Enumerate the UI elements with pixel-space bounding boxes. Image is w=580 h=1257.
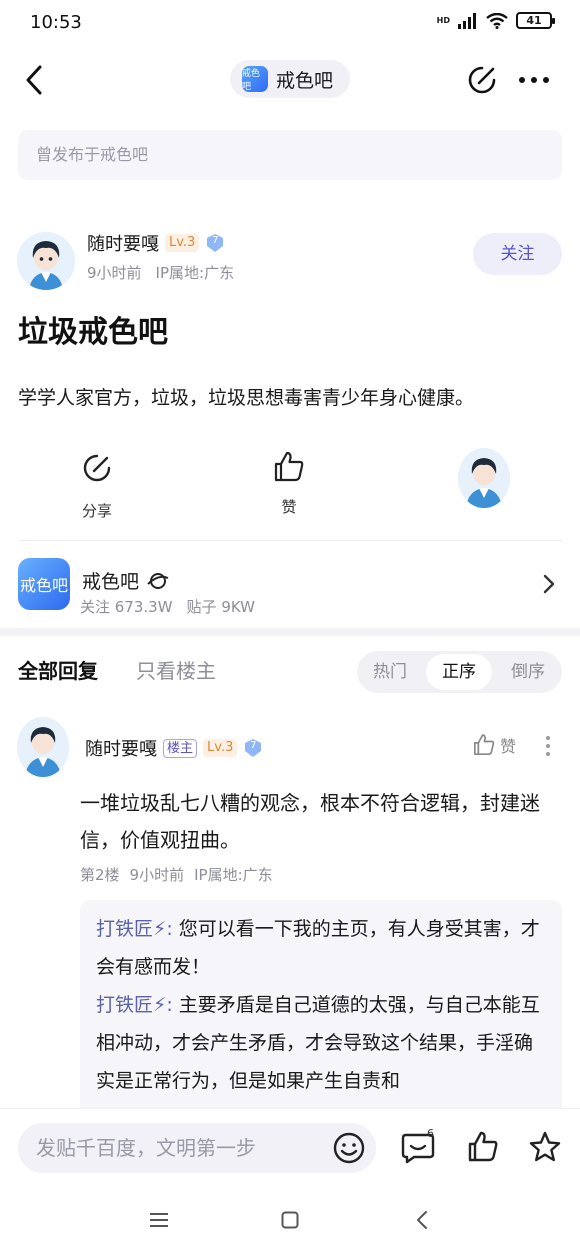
- like-label: 赞: [281, 498, 297, 516]
- favorite-button[interactable]: [528, 1130, 562, 1164]
- author-avatar[interactable]: [17, 232, 75, 290]
- menu-icon: [150, 1212, 168, 1228]
- signal-icon: [458, 12, 478, 29]
- reply-author-row: 随时要嘎 楼主 Lv.3 7: [85, 735, 263, 761]
- thumbs-up-icon: [272, 450, 306, 484]
- forum-pill-name: 戒色吧: [276, 69, 334, 92]
- follow-button[interactable]: 关注: [473, 233, 562, 275]
- share-button[interactable]: 分享: [68, 452, 126, 521]
- forum-name: 戒色吧: [82, 571, 140, 593]
- chevron-right-icon: [543, 574, 555, 594]
- host-badge: 楼主: [163, 738, 198, 758]
- sub-reply-user[interactable]: 打铁匠⚡:: [96, 994, 173, 1016]
- level-badge: Lv.3: [165, 234, 200, 252]
- vertical-dots-icon: [545, 735, 551, 757]
- edit-button[interactable]: [466, 64, 498, 96]
- star-icon: [528, 1130, 562, 1164]
- forum-entry-pill[interactable]: 戒色吧 戒色吧: [230, 60, 350, 98]
- post-time: 9小时前: [87, 264, 142, 282]
- liker-avatar[interactable]: [458, 448, 510, 508]
- more-button[interactable]: [518, 76, 550, 84]
- share-label: 分享: [81, 502, 112, 520]
- sub-reply: 打铁匠⚡: 主要矛盾是自己道德的太强，与自己本能互相冲动，才会产生矛盾，才会导致…: [96, 986, 546, 1100]
- forum-mini-logo: 戒色吧: [242, 66, 268, 92]
- forum-followers: 关注 673.3W: [80, 598, 173, 616]
- share-icon: [81, 452, 113, 484]
- forum-stats: 关注 673.3W 贴子 9KW: [80, 596, 255, 617]
- emoji-icon: [332, 1131, 366, 1165]
- reply-verified-badge-number: 7: [250, 740, 257, 751]
- reply-like-button[interactable]: 赞: [472, 733, 516, 757]
- recent-apps-button[interactable]: [150, 1212, 168, 1228]
- comment-count: 6: [427, 1127, 434, 1140]
- home-button[interactable]: [281, 1211, 299, 1229]
- origin-notice[interactable]: 曾发布于戒色吧: [18, 130, 562, 180]
- reply-text: 一堆垃圾乱七八糟的观念，根本不符合逻辑，封建迷信，价值观扭曲。: [80, 791, 540, 852]
- sort-descending[interactable]: 倒序: [495, 651, 561, 693]
- sort-hot[interactable]: 热门: [357, 651, 423, 693]
- reply-floor: 第2楼: [80, 866, 120, 884]
- post-ip: IP属地:广东: [155, 264, 235, 282]
- battery-icon: 41: [516, 12, 555, 29]
- network-type-label: HD: [436, 15, 450, 25]
- sort-toggle: 热门 正序 倒序: [357, 651, 562, 693]
- square-icon: [281, 1211, 299, 1229]
- planet-icon: [147, 572, 169, 590]
- comments-button[interactable]: 6: [400, 1127, 436, 1165]
- status-time: 10:53: [30, 12, 82, 33]
- sort-ascending[interactable]: 正序: [426, 654, 492, 690]
- reply-thumbs-up-icon: [472, 733, 496, 757]
- verified-badge-icon: 7: [205, 233, 225, 253]
- edit-icon: [466, 64, 498, 96]
- verified-badge-number: 7: [212, 235, 219, 246]
- status-indicators: HD 41: [436, 12, 555, 29]
- author-name[interactable]: 随时要嘎: [87, 230, 159, 256]
- reply-more-button[interactable]: [545, 735, 551, 757]
- system-back-button[interactable]: [416, 1210, 428, 1230]
- divider: [18, 540, 562, 541]
- section-separator: [0, 628, 580, 636]
- post-body: 学学人家官方，垃圾，垃圾思想毒害青少年身心健康。: [18, 387, 475, 409]
- reply-author-avatar[interactable]: [17, 717, 69, 777]
- forum-posts: 贴子 9KW: [186, 598, 255, 616]
- forum-name-row: 戒色吧: [82, 567, 169, 594]
- post-title: 垃圾戒色吧: [18, 315, 168, 350]
- sub-reply-user[interactable]: 打铁匠⚡:: [96, 918, 173, 940]
- sub-reply: 打铁匠⚡: 您可以看一下我的主页，有人身受其害，才会有感而发！: [96, 910, 546, 986]
- reply-author-name[interactable]: 随时要嘎: [85, 735, 157, 761]
- reply-input[interactable]: 发贴千百度，文明第一步: [18, 1123, 376, 1173]
- reply-verified-badge-icon: 7: [243, 738, 263, 758]
- reply-time: 9小时前: [129, 866, 185, 884]
- back-button[interactable]: [24, 64, 46, 96]
- bottom-thumbs-up-icon: [466, 1130, 500, 1164]
- reply-level-badge: Lv.3: [203, 739, 238, 757]
- author-row: 随时要嘎 Lv.3 7: [87, 230, 225, 256]
- bottom-like-button[interactable]: [466, 1130, 500, 1164]
- reply-like-label: 赞: [500, 737, 517, 756]
- tab-all-replies[interactable]: 全部回复: [18, 655, 98, 684]
- forum-logo: 戒色吧: [18, 558, 70, 610]
- emoji-button[interactable]: [332, 1131, 366, 1165]
- post-meta: 9小时前 IP属地:广东: [87, 262, 234, 283]
- tab-host-only[interactable]: 只看楼主: [136, 655, 216, 684]
- back-chevron-icon: [416, 1210, 428, 1230]
- like-button[interactable]: 赞: [260, 450, 318, 517]
- wifi-icon: [486, 12, 508, 29]
- reply-ip: IP属地:广东: [194, 866, 273, 884]
- back-arrow-icon: [24, 64, 46, 96]
- more-dots-icon: [518, 76, 550, 84]
- reply-meta: 第2楼 9小时前 IP属地:广东: [80, 864, 273, 885]
